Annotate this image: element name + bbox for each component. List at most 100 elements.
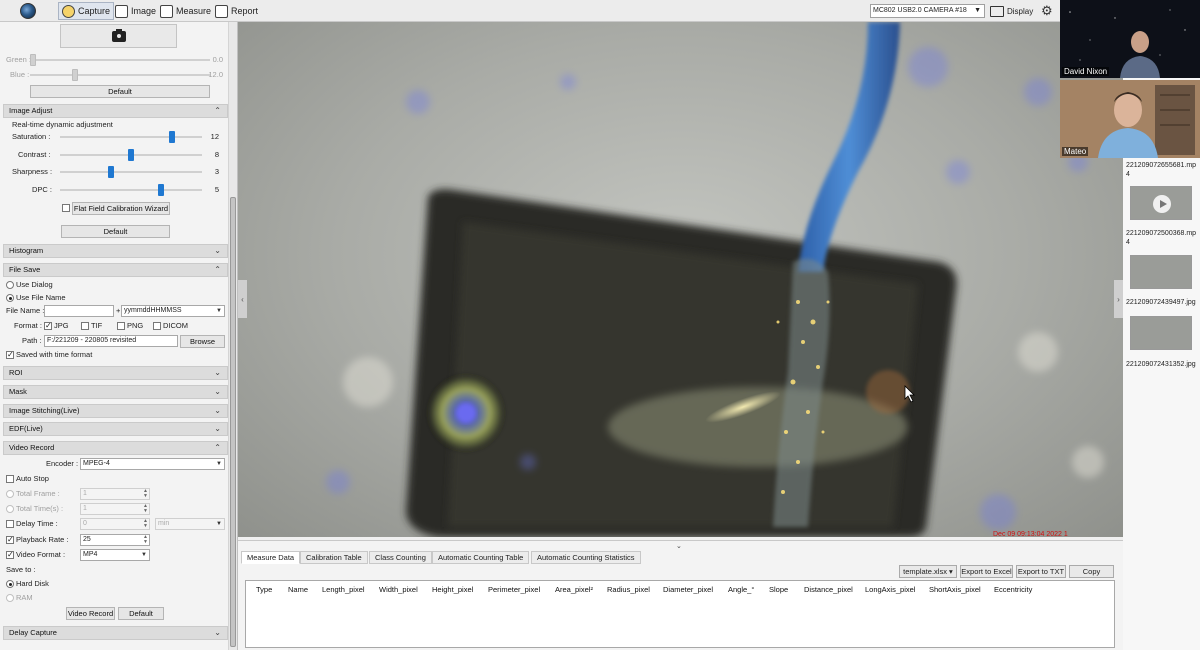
column-header[interactable]: Perimeter_pixel <box>488 585 540 594</box>
file-name-label[interactable]: 221209072439497.jpg <box>1126 298 1198 307</box>
export-excel-button[interactable]: Export to Excel <box>960 565 1013 578</box>
saturation-slider-knob[interactable] <box>168 131 175 143</box>
format-tif-option[interactable]: TIF <box>81 320 102 332</box>
tab-capture[interactable]: Capture <box>58 2 115 20</box>
file-thumbnail[interactable] <box>1130 255 1192 289</box>
use-dialog-option[interactable]: Use Dialog <box>6 279 53 291</box>
template-select[interactable]: template.xlsx ▾ <box>899 565 957 578</box>
delay-time-option[interactable]: Delay Time : <box>6 518 58 530</box>
copy-button[interactable]: Copy <box>1069 565 1114 578</box>
format-dicom-option[interactable]: DICOM <box>153 320 188 332</box>
hard-disk-radio[interactable] <box>6 580 14 589</box>
file-name-label[interactable]: 221209072431352.jpg <box>1126 360 1198 369</box>
tab-calibration-table[interactable]: Calibration Table <box>300 551 368 564</box>
blue-slider-knob[interactable] <box>72 69 78 81</box>
histogram-header[interactable]: Histogram ⌄ <box>3 244 228 258</box>
video-default-button[interactable]: Default <box>118 607 164 620</box>
auto-stop-option[interactable]: Auto Stop <box>6 473 49 485</box>
format-dicom-checkbox[interactable] <box>153 322 161 331</box>
collapse-right-arrow-icon[interactable]: › <box>1114 280 1123 318</box>
tab-automatic-counting-table[interactable]: Automatic Counting Table <box>432 551 530 564</box>
use-file-name-option[interactable]: Use File Name <box>6 292 66 304</box>
green-slider[interactable] <box>30 54 210 66</box>
green-slider-knob[interactable] <box>30 54 36 66</box>
format-png-checkbox[interactable] <box>117 322 125 331</box>
tab-image[interactable]: Image <box>112 2 159 20</box>
saved-time-option[interactable]: Saved with time format <box>6 349 92 361</box>
tab-measure[interactable]: Measure <box>157 2 214 20</box>
color-default-button[interactable]: Default <box>30 85 210 98</box>
file-save-header[interactable]: File Save ⌃ <box>3 263 228 277</box>
roi-header[interactable]: ROI ⌄ <box>3 366 228 380</box>
video-format-checkbox[interactable] <box>6 549 14 561</box>
browse-button[interactable]: Browse <box>180 335 225 348</box>
saturation-slider[interactable] <box>60 131 202 143</box>
file-name-input[interactable] <box>44 305 114 317</box>
column-header[interactable]: Radius_pixel <box>607 585 650 594</box>
format-png-option[interactable]: PNG <box>117 320 143 332</box>
playback-checkbox[interactable] <box>6 534 14 546</box>
collapse-left-arrow-icon[interactable]: ‹ <box>238 280 247 318</box>
mask-header[interactable]: Mask ⌄ <box>3 385 228 399</box>
hard-disk-option[interactable]: Hard Disk <box>6 578 49 590</box>
video-format-option[interactable]: Video Format : <box>6 549 65 561</box>
tab-automatic-counting-statistics[interactable]: Automatic Counting Statistics <box>531 551 641 564</box>
file-thumbnail[interactable] <box>1130 316 1192 350</box>
column-header[interactable]: Height_pixel <box>432 585 473 594</box>
file-name-pattern-select[interactable]: yymmddHHMMSS ▼ <box>121 305 225 317</box>
contrast-slider[interactable] <box>60 149 202 161</box>
flat-field-wizard-button[interactable]: Flat Field Calibration Wizard <box>72 202 170 215</box>
column-header[interactable]: Eccentricity <box>994 585 1032 594</box>
tab-report[interactable]: Report <box>212 2 261 20</box>
flat-field-checkbox[interactable] <box>62 204 70 212</box>
contrast-slider-knob[interactable] <box>128 149 134 161</box>
video-record-button[interactable]: Video Record <box>66 607 115 620</box>
display-button[interactable]: Display <box>990 3 1033 19</box>
column-header[interactable]: Name <box>288 585 308 594</box>
format-jpg-checkbox[interactable] <box>44 320 52 332</box>
column-header[interactable]: Diameter_pixel <box>663 585 713 594</box>
format-tif-checkbox[interactable] <box>81 322 89 331</box>
dpc-slider[interactable] <box>60 184 202 196</box>
column-header[interactable]: Length_pixel <box>322 585 365 594</box>
tab-measure-data[interactable]: Measure Data <box>241 551 301 564</box>
stitching-header[interactable]: Image Stitching(Live) ⌄ <box>3 404 228 418</box>
file-name-label[interactable]: 221209072655681.mp4 <box>1126 161 1198 179</box>
snap-capture-button[interactable] <box>60 24 177 48</box>
gear-icon[interactable]: ⚙ <box>1041 4 1053 17</box>
live-video-view[interactable]: ‹ › <box>238 22 1123 537</box>
column-header[interactable]: Distance_pixel <box>804 585 853 594</box>
use-dialog-radio[interactable] <box>6 281 14 290</box>
column-header[interactable]: Slope <box>769 585 788 594</box>
use-file-name-radio[interactable] <box>6 294 14 303</box>
column-header[interactable]: Type <box>256 585 272 594</box>
video-record-header[interactable]: Video Record ⌃ <box>3 441 228 455</box>
blue-slider[interactable] <box>30 69 210 81</box>
sharpness-slider-knob[interactable] <box>107 166 114 178</box>
column-header[interactable]: Angle_° <box>728 585 754 594</box>
measure-table[interactable]: Type Name Length_pixel Width_pixel Heigh… <box>245 580 1115 648</box>
file-thumbnail[interactable] <box>1130 186 1192 220</box>
playback-input[interactable]: 25 ▲ ▼ <box>80 534 150 546</box>
left-panel-scrollbar-thumb[interactable] <box>230 197 236 647</box>
left-panel-scrollbar[interactable] <box>228 22 237 650</box>
delay-capture-header[interactable]: Delay Capture ⌄ <box>3 626 228 640</box>
camera-select[interactable]: MC802 USB2.0 CAMERA #18 ▼ <box>870 4 985 18</box>
image-adjust-default-button[interactable]: Default <box>61 225 170 238</box>
column-header[interactable]: LongAxis_pixel <box>865 585 915 594</box>
dpc-slider-knob[interactable] <box>157 184 164 196</box>
column-header[interactable]: Area_pixel² <box>555 585 593 594</box>
video-format-select[interactable]: MP4 ▼ <box>80 549 150 561</box>
edf-header[interactable]: EDF(Live) ⌄ <box>3 422 228 436</box>
format-jpg-option[interactable]: JPG <box>44 320 69 332</box>
file-name-label[interactable]: 221209072500368.mp4 <box>1126 229 1198 247</box>
tab-class-counting[interactable]: Class Counting <box>369 551 432 564</box>
auto-stop-checkbox[interactable] <box>6 475 14 484</box>
export-txt-button[interactable]: Export to TXT <box>1016 565 1066 578</box>
saved-time-checkbox[interactable] <box>6 349 14 361</box>
playback-option[interactable]: Playback Rate : <box>6 534 69 546</box>
image-adjust-header[interactable]: Image Adjust ⌃ <box>3 104 228 118</box>
collapse-down-icon[interactable]: ⌄ <box>676 542 682 550</box>
sharpness-slider[interactable] <box>60 166 202 178</box>
delay-time-checkbox[interactable] <box>6 520 14 529</box>
